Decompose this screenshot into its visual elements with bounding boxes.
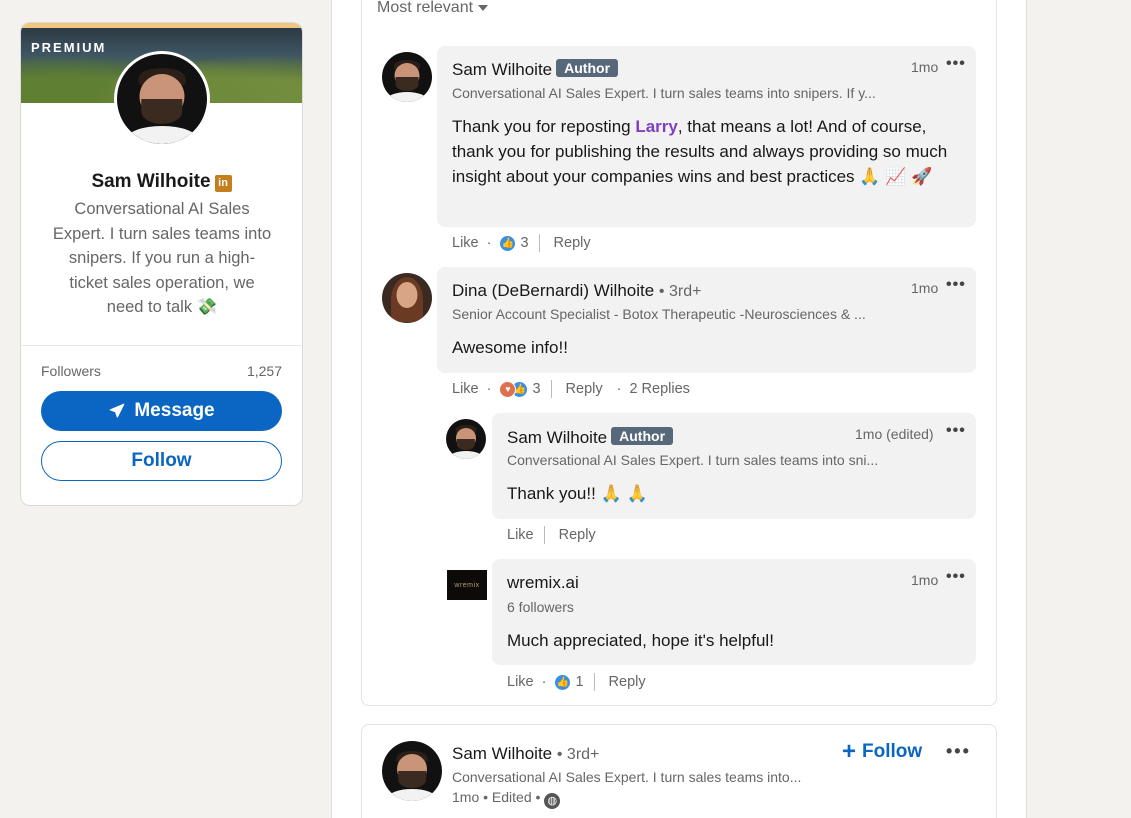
- reply-text: Much appreciated, hope it's helpful!: [507, 631, 774, 650]
- connection-degree: • 3rd+: [658, 283, 702, 300]
- followers-row: Followers 1,257: [41, 363, 282, 379]
- follow-button[interactable]: Follow: [41, 441, 282, 481]
- followers-label: Followers: [41, 363, 101, 379]
- more-options-icon[interactable]: •••: [946, 422, 966, 440]
- company-logo[interactable]: wremix: [447, 570, 487, 600]
- author-badge: Author: [556, 59, 619, 77]
- sort-dropdown[interactable]: Most relevant: [377, 0, 489, 17]
- comment-author[interactable]: Dina (DeBernardi) Wilhoite • 3rd+: [452, 281, 701, 301]
- comment-author-headline: Senior Account Specialist - Botox Therap…: [452, 306, 866, 322]
- comment-time: 1mo: [911, 280, 939, 296]
- globe-icon: ◍: [544, 793, 561, 809]
- reply-actions: Like · 👍 1 Reply: [507, 673, 646, 691]
- post-meta: 1mo • Edited • ◍: [452, 789, 561, 809]
- comment-author-name[interactable]: Dina (DeBernardi) Wilhoite: [452, 281, 654, 300]
- profile-avatar[interactable]: [114, 51, 210, 147]
- more-options-icon[interactable]: •••: [946, 568, 966, 586]
- view-replies-link[interactable]: 2 Replies: [629, 381, 689, 397]
- post-author[interactable]: Sam Wilhoite • 3rd+: [452, 744, 599, 764]
- profile-headline: Conversational AI Sales Expert. I turn s…: [52, 200, 272, 316]
- commenter-avatar[interactable]: [382, 52, 432, 102]
- reply-button[interactable]: Reply: [559, 527, 596, 543]
- reply-author-name[interactable]: wremix.ai: [507, 573, 579, 593]
- like-reaction-icon: 👍: [554, 673, 572, 691]
- author-badge: Author: [611, 427, 674, 445]
- like-button[interactable]: Like: [452, 235, 479, 251]
- like-button[interactable]: Like: [507, 674, 534, 690]
- reactions-summary[interactable]: ♥ 👍 3: [499, 380, 541, 398]
- message-button[interactable]: Message: [41, 391, 282, 431]
- like-button[interactable]: Like: [507, 527, 534, 543]
- comment-actions: Like · 👍 3 Reply: [452, 234, 591, 252]
- linkedin-premium-icon: in: [214, 175, 232, 192]
- post-author-headline: Conversational AI Sales Expert. I turn s…: [452, 769, 802, 785]
- profile-name-row[interactable]: Sam Wilhoite in: [21, 171, 302, 193]
- reply-author-followers: 6 followers: [507, 599, 574, 615]
- comment-text: Thank you for reposting Larry, that mean…: [452, 117, 948, 186]
- comment-actions: Like · ♥ 👍 3 Reply · 2 Replies: [452, 380, 690, 398]
- more-options-icon[interactable]: •••: [946, 55, 966, 73]
- profile-card: PREMIUM Sam Wilhoite in Conversational AI…: [20, 22, 303, 506]
- comment-author-headline: Conversational AI Sales Expert. I turn s…: [452, 85, 876, 101]
- like-button[interactable]: Like: [452, 381, 479, 397]
- like-reaction-icon: 👍: [499, 234, 517, 252]
- love-reaction-icon: ♥: [499, 380, 517, 398]
- premium-label: PREMIUM: [31, 40, 107, 55]
- reply-button[interactable]: Reply: [566, 381, 603, 397]
- reply-button[interactable]: Reply: [554, 235, 591, 251]
- send-icon: [110, 403, 125, 418]
- reactions-summary[interactable]: 👍 3: [499, 234, 529, 252]
- post-follow-button[interactable]: + Follow: [842, 740, 922, 764]
- connection-degree: • 3rd+: [556, 746, 600, 763]
- commenter-avatar[interactable]: [446, 419, 486, 459]
- profile-name[interactable]: Sam Wilhoite: [91, 171, 210, 192]
- comment-author-name[interactable]: Sam Wilhoite: [452, 60, 552, 79]
- plus-icon: +: [842, 738, 857, 765]
- comment-text: Awesome info!!: [452, 338, 568, 357]
- caret-down-icon: [478, 5, 489, 11]
- reply-button[interactable]: Reply: [609, 674, 646, 690]
- mention-link[interactable]: Larry: [635, 117, 678, 136]
- sort-label: Most relevant: [377, 0, 474, 16]
- reply-time: 1mo: [911, 572, 939, 588]
- divider: [21, 345, 302, 346]
- reply-text: Thank you!! 🙏 🙏: [507, 484, 648, 503]
- more-options-icon[interactable]: •••: [946, 741, 971, 762]
- more-options-icon[interactable]: •••: [946, 276, 966, 294]
- commenter-avatar[interactable]: [382, 273, 432, 323]
- reactions-summary[interactable]: 👍 1: [554, 673, 584, 691]
- followers-count: 1,257: [246, 363, 282, 379]
- reply-author-name[interactable]: Sam Wilhoite: [507, 428, 607, 447]
- reply-author-headline: Conversational AI Sales Expert. I turn s…: [507, 452, 879, 468]
- comment-time: 1mo: [911, 59, 939, 75]
- reply-time: 1mo (edited): [855, 426, 934, 442]
- comment-author[interactable]: Sam Wilhoite Author: [452, 59, 619, 80]
- reply-author[interactable]: Sam Wilhoite Author: [507, 427, 674, 448]
- message-label: Message: [134, 400, 215, 421]
- post-author-avatar[interactable]: [382, 741, 442, 801]
- reply-actions: Like Reply: [507, 526, 596, 544]
- post-author-name[interactable]: Sam Wilhoite: [452, 744, 552, 763]
